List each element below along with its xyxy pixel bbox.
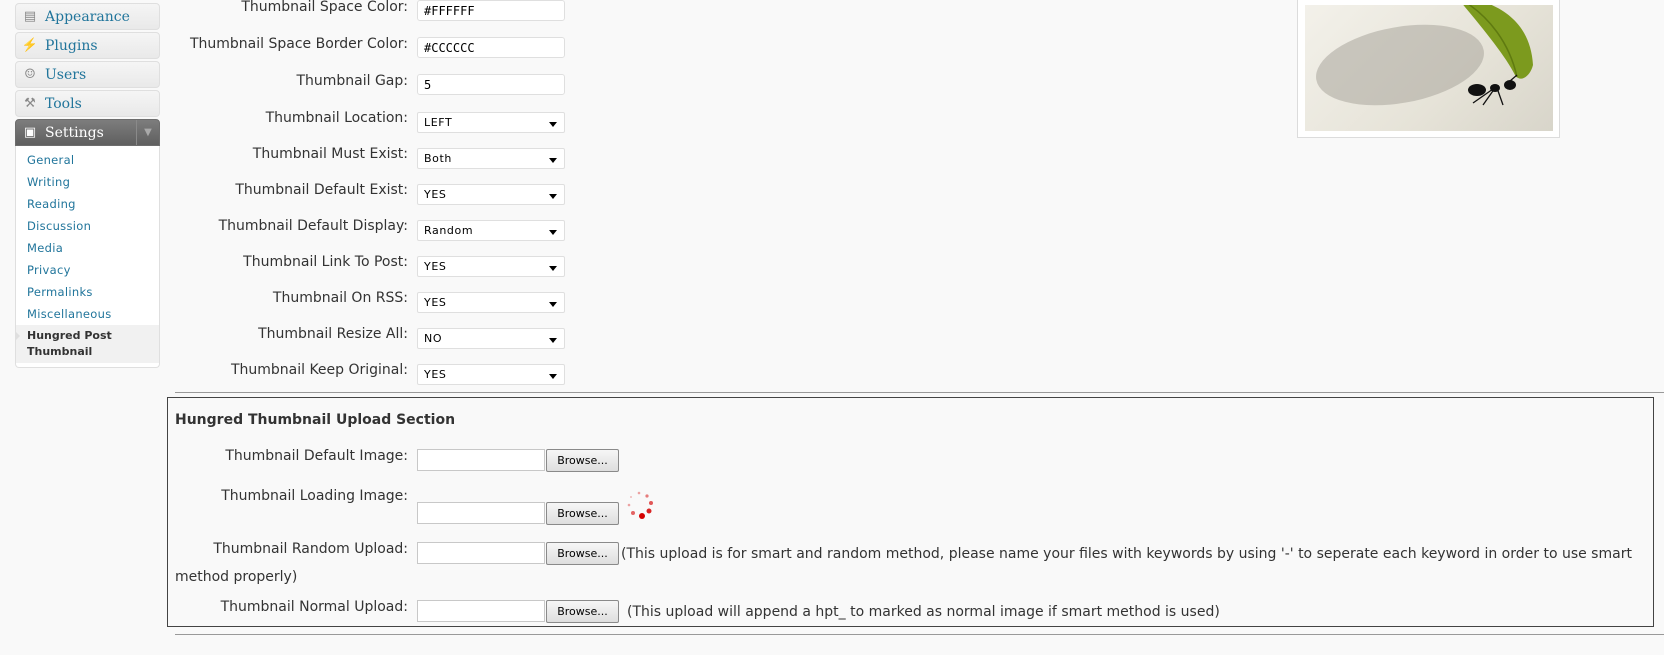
submenu-permalinks[interactable]: Permalinks [16,281,159,303]
default-image-browse-button[interactable]: Browse... [546,449,619,472]
section-divider [175,392,1664,393]
chevron-down-icon [549,374,557,379]
menu-tools[interactable]: ⚒ Tools [15,90,160,117]
bottom-divider [175,634,1664,635]
menu-users-label: Users [45,66,87,83]
loading-image-label: Thumbnail Loading Image: [221,488,408,504]
normal-upload-browse-button[interactable]: Browse... [546,600,619,623]
must-exist-value: Both [424,152,452,165]
menu-settings-label: Settings [45,124,104,141]
normal-upload-label: Thumbnail Normal Upload: [220,599,408,615]
users-icon: ☺ [24,67,36,82]
gap-label: Thumbnail Gap: [296,73,408,89]
link-to-post-select[interactable]: YES [417,256,565,277]
location-label: Thumbnail Location: [265,110,408,126]
chevron-down-icon [549,158,557,163]
keep-original-select[interactable]: YES [417,364,565,385]
loading-image-browse-button[interactable]: Browse... [546,502,619,525]
keep-original-value: YES [424,368,447,381]
submenu-discussion[interactable]: Discussion [16,215,159,237]
menu-users[interactable]: ☺ Users [15,61,160,88]
resize-all-select[interactable]: NO [417,328,565,349]
settings-icon: ▣ [23,125,37,140]
space-border-color-label: Thumbnail Space Border Color: [189,36,408,52]
on-rss-value: YES [424,296,447,309]
submenu-general[interactable]: General [16,149,159,171]
default-image-label: Thumbnail Default Image: [225,448,408,464]
chevron-down-icon [549,194,557,199]
submenu-writing[interactable]: Writing [16,171,159,193]
default-display-value: Random [424,224,474,237]
default-exist-select[interactable]: YES [417,184,565,205]
submenu-hungred-post-thumbnail[interactable]: Hungred Post Thumbnail [15,325,159,363]
submenu-miscellaneous[interactable]: Miscellaneous [16,303,159,325]
settings-submenu: General Writing Reading Discussion Media… [15,146,160,368]
resize-all-value: NO [424,332,443,345]
chevron-down-icon[interactable]: ▼ [136,120,159,145]
location-select[interactable]: LEFT [417,112,565,133]
chevron-down-icon [549,266,557,271]
default-display-select[interactable]: Random [417,220,565,241]
menu-appearance-label: Appearance [45,8,130,25]
upload-section [167,397,1654,627]
random-upload-note-line1: (This upload is for smart and random met… [621,546,1632,562]
default-exist-label: Thumbnail Default Exist: [235,182,408,198]
location-value: LEFT [424,116,453,129]
submenu-reading[interactable]: Reading [16,193,159,215]
chevron-down-icon [549,302,557,307]
menu-plugins[interactable]: ⚡ Plugins [15,32,160,59]
random-upload-note-line2: method properly) [175,569,298,585]
loading-image-file-input[interactable] [417,502,545,524]
on-rss-label: Thumbnail On RSS: [272,290,408,306]
submenu-media[interactable]: Media [16,237,159,259]
default-image-file-input[interactable] [417,449,545,471]
keep-original-label: Thumbnail Keep Original: [230,362,408,378]
default-exist-value: YES [424,188,447,201]
on-rss-select[interactable]: YES [417,292,565,313]
space-border-color-input[interactable]: #CCCCCC [417,37,565,58]
must-exist-select[interactable]: Both [417,148,565,169]
default-display-label: Thumbnail Default Display: [218,218,408,234]
chevron-down-icon [549,122,557,127]
link-to-post-label: Thumbnail Link To Post: [243,254,408,270]
gap-input[interactable]: 5 [417,74,565,95]
submenu-privacy[interactable]: Privacy [16,259,159,281]
admin-menu: ▤ Appearance ⚡ Plugins ☺ Users ⚒ Tools ▣… [15,3,160,368]
must-exist-label: Thumbnail Must Exist: [252,146,408,162]
chevron-down-icon [549,230,557,235]
loading-spinner-icon [627,491,653,519]
random-upload-file-input[interactable] [417,542,545,564]
tools-icon: ⚒ [24,96,36,111]
menu-tools-label: Tools [45,95,82,112]
random-upload-label: Thumbnail Random Upload: [213,541,408,557]
menu-appearance[interactable]: ▤ Appearance [15,3,160,30]
thumbnail-preview [1297,0,1560,138]
plugin-icon: ⚡ [21,38,39,53]
submenu-current-line1: Hungred Post [27,329,112,342]
normal-upload-file-input[interactable] [417,600,545,622]
upload-section-title: Hungred Thumbnail Upload Section [175,412,456,428]
appearance-icon: ▤ [23,9,37,24]
submenu-current-line2: Thumbnail [27,345,93,358]
thumbnail-preview-image [1305,5,1553,131]
chevron-down-icon [549,338,557,343]
space-color-input[interactable]: #FFFFFF [417,0,565,21]
space-color-label: Thumbnail Space Color: [241,0,408,15]
menu-settings[interactable]: ▣ Settings ▼ [15,119,160,146]
menu-plugins-label: Plugins [45,37,98,54]
resize-all-label: Thumbnail Resize All: [258,326,408,342]
link-to-post-value: YES [424,260,447,273]
normal-upload-note: (This upload will append a hpt_ to marke… [627,604,1220,620]
random-upload-browse-button[interactable]: Browse... [546,542,619,565]
